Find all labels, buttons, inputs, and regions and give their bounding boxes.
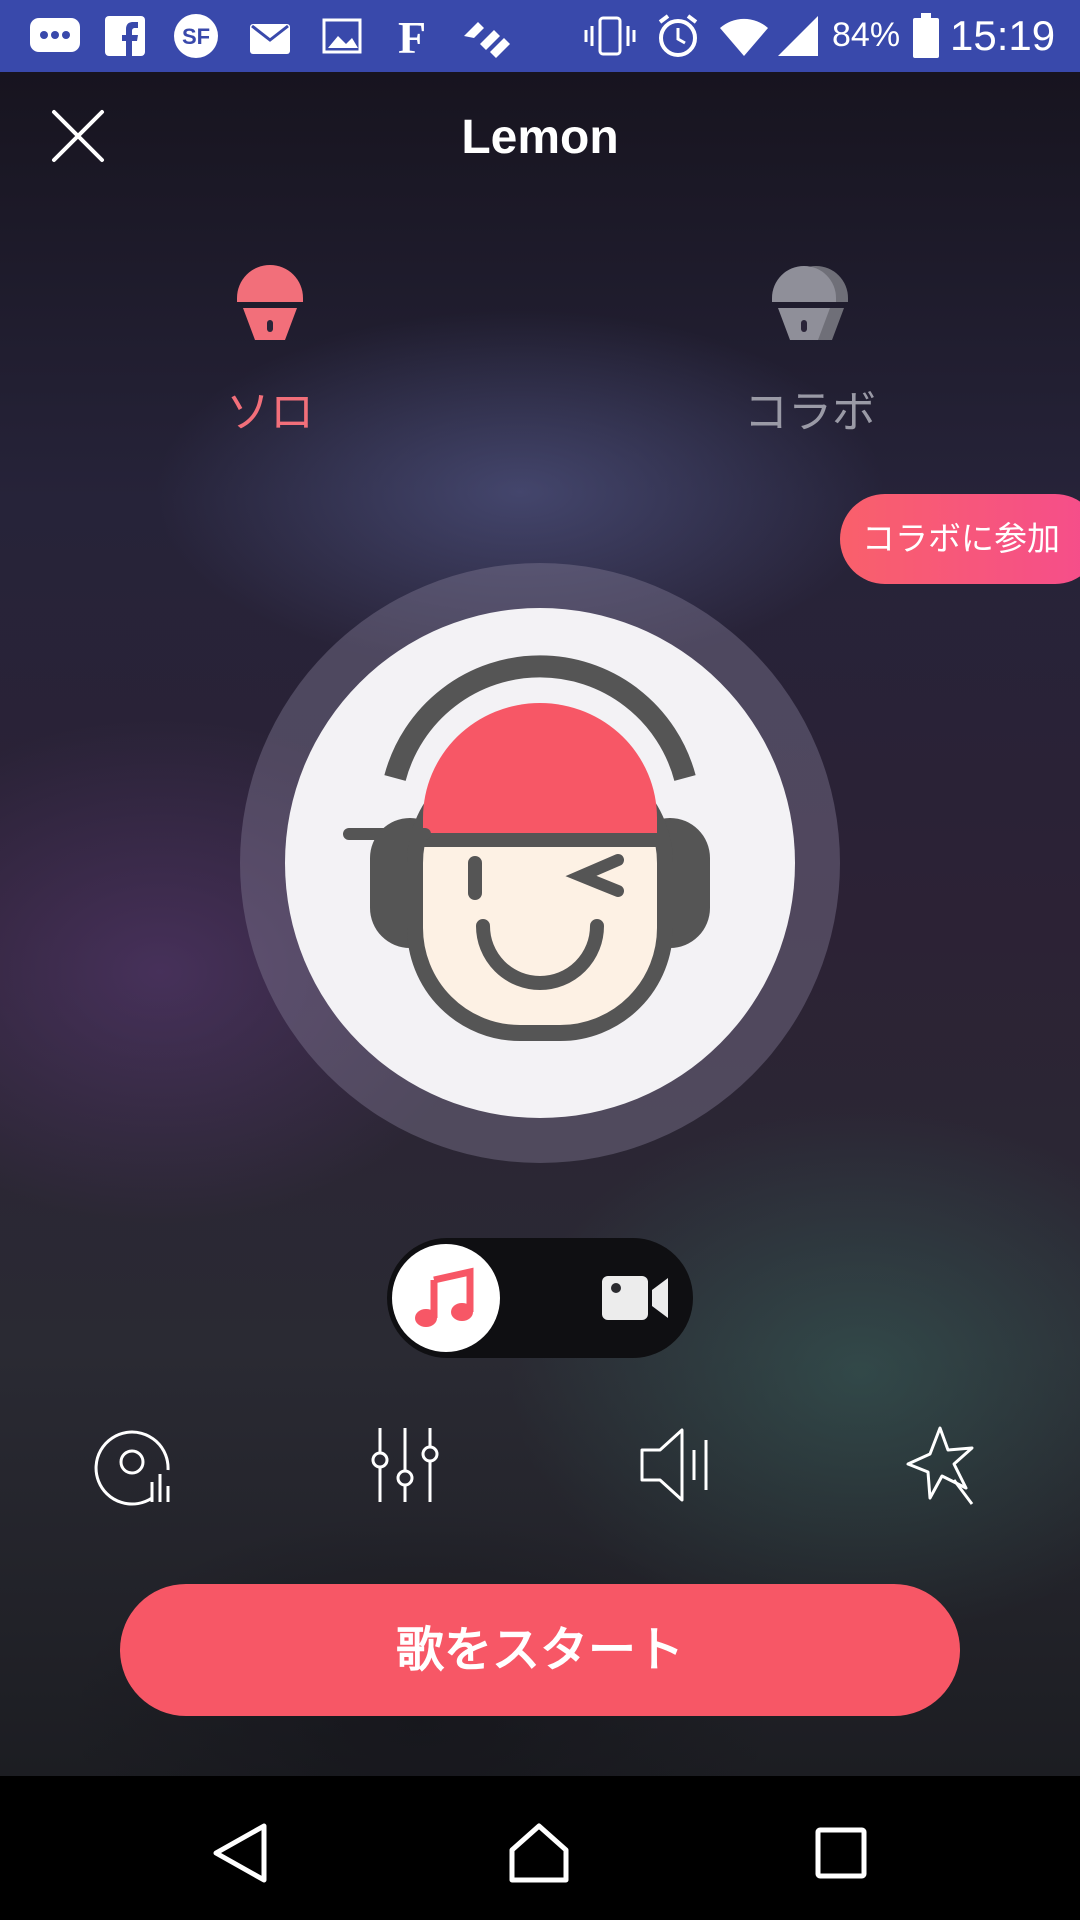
video-camera-icon[interactable]	[600, 1270, 670, 1326]
home-icon	[509, 1823, 569, 1883]
tab-solo-label: ソロ	[226, 387, 314, 438]
recents-icon	[815, 1827, 867, 1879]
svg-text:SF: SF	[182, 24, 210, 49]
volume-button[interactable]	[630, 1420, 720, 1510]
back-icon	[213, 1823, 267, 1883]
music-note-icon[interactable]	[410, 1262, 482, 1334]
tab-collab[interactable]: コラボ	[690, 258, 930, 438]
duo-mic-icon	[772, 266, 848, 340]
singer-avatar-icon	[343, 655, 710, 1041]
tab-collab-label: コラボ	[744, 387, 876, 438]
equalizer-button[interactable]	[360, 1420, 450, 1510]
battery-icon	[912, 13, 940, 58]
home-button[interactable]	[506, 1820, 572, 1886]
facebook-icon	[104, 14, 146, 58]
wifi-icon	[718, 14, 770, 58]
start-song-button[interactable]: 歌をスタート	[120, 1584, 960, 1716]
f-icon: F	[392, 13, 432, 59]
back-button[interactable]	[208, 1820, 274, 1886]
mic-icon	[237, 265, 303, 340]
battery-percent: 84%	[832, 16, 901, 54]
recents-button[interactable]	[808, 1820, 874, 1886]
sf-icon: SF	[172, 14, 220, 58]
vinyl-levels-icon	[94, 1430, 170, 1506]
equalizer-icon	[371, 1428, 439, 1502]
page-title: Lemon	[461, 111, 619, 164]
mail-icon	[248, 14, 292, 58]
tab-solo[interactable]: ソロ	[150, 258, 390, 438]
join-collab-button[interactable]: コラボに参加	[840, 494, 1080, 584]
magic-star-icon	[906, 1426, 974, 1505]
status-bar: SF F 84% 15:19	[0, 0, 1080, 72]
status-time: 15:19	[950, 12, 1056, 59]
app-icon	[460, 14, 514, 58]
speaker-volume-icon	[640, 1428, 708, 1502]
effects-button[interactable]	[900, 1420, 990, 1510]
signal-icon	[776, 14, 820, 58]
chat-icon	[28, 14, 82, 58]
image-icon	[322, 14, 362, 58]
vibrate-icon	[582, 14, 638, 58]
alarm-icon	[654, 14, 702, 58]
vinyl-levels-button[interactable]	[90, 1420, 180, 1510]
svg-text:F: F	[398, 13, 426, 59]
